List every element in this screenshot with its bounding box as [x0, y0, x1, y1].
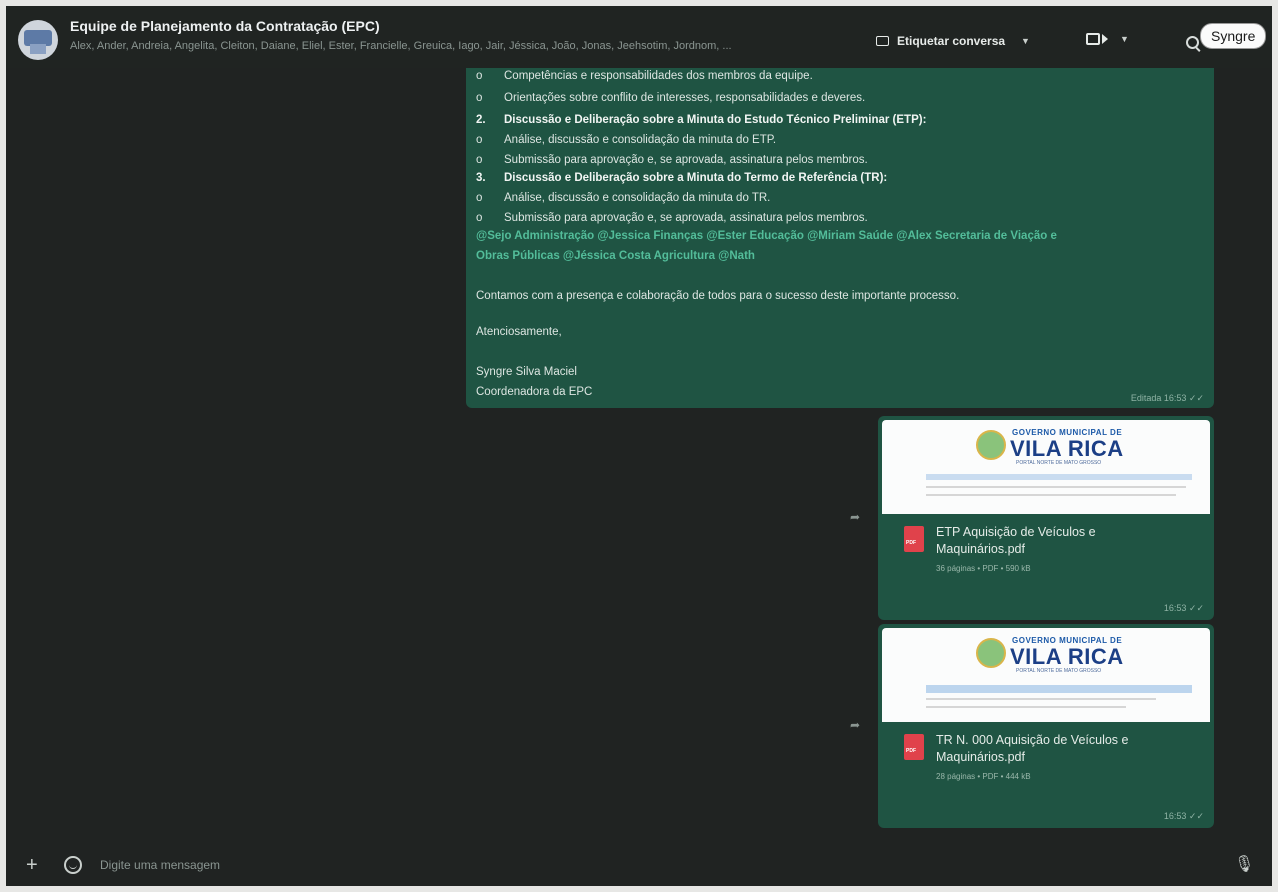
signature-name: Syngre Silva Maciel	[476, 366, 577, 378]
message-timestamp: 16:53 ✓✓	[1163, 811, 1204, 821]
message-closing: Contamos com a presença e colaboração de…	[476, 290, 960, 302]
message-mentions[interactable]: @Sejo Administração @Jessica Finanças @E…	[476, 230, 1057, 242]
document-file[interactable]: ETP Aquisição de Veículos e Maquinários.…	[878, 514, 1214, 620]
group-members[interactable]: Alex, Ander, Andreia, Angelita, Cleiton,…	[70, 40, 840, 52]
pdf-icon	[904, 526, 924, 552]
logo-sub-text: PORTAL NORTE DE MATO GROSSO	[1016, 668, 1102, 674]
chat-window: Equipe de Planejamento da Contratação (E…	[0, 0, 1278, 892]
message-line: o Submissão para aprovação e, se aprovada…	[476, 212, 868, 224]
chat-header: Equipe de Planejamento da Contratação (E…	[6, 6, 1272, 68]
message-greeting: Atenciosamente,	[476, 326, 562, 338]
city-seal-icon	[976, 638, 1006, 668]
user-name-badge: Syngre	[1200, 23, 1267, 49]
plus-icon[interactable]: +	[26, 854, 38, 877]
logo-main-text: VILA RICA	[1010, 644, 1124, 669]
video-call-button[interactable]: ▼	[1086, 33, 1129, 45]
message-line: o Orientações sobre conflito de interesse…	[476, 92, 866, 104]
search-icon[interactable]	[1186, 36, 1199, 49]
forward-icon[interactable]: ➦	[850, 510, 860, 524]
label-icon	[876, 36, 889, 46]
city-seal-icon	[976, 430, 1006, 460]
chevron-down-icon: ▼	[1120, 34, 1129, 44]
message-input[interactable]	[98, 852, 1202, 878]
message-mentions[interactable]: Obras Públicas @Jéssica Costa Agricultur…	[476, 250, 755, 262]
forward-icon[interactable]: ➦	[850, 718, 860, 732]
message-timestamp: Editada 16:53 ✓✓	[1130, 393, 1204, 403]
message-line: 2. Discussão e Deliberação sobre a Minuta…	[476, 114, 927, 126]
document-info: 36 páginas • PDF • 590 kB	[936, 564, 1031, 573]
microphone-icon[interactable]: 🎙	[1234, 854, 1254, 874]
message-timestamp: 16:53 ✓✓	[1163, 603, 1204, 613]
emoji-icon[interactable]	[64, 856, 82, 874]
document-preview[interactable]: GOVERNO MUNICIPAL DE VILA RICA PORTAL NO…	[882, 420, 1210, 514]
video-icon	[1086, 33, 1100, 45]
message-composer: + 🎙	[6, 836, 1272, 886]
document-name[interactable]: TR N. 000 Aquisição de Veículos e Maquin…	[936, 732, 1186, 766]
group-avatar[interactable]	[18, 20, 58, 60]
logo-main-text: VILA RICA	[1010, 436, 1124, 461]
outgoing-message[interactable]: o Competências e responsabilidades dos me…	[466, 68, 1214, 408]
pdf-icon	[904, 734, 924, 760]
message-line: o Análise, discussão e consolidação da mi…	[476, 192, 771, 204]
document-file[interactable]: TR N. 000 Aquisição de Veículos e Maquin…	[878, 722, 1214, 828]
chevron-down-icon: ▼	[1021, 36, 1030, 46]
message-line: 3. Discussão e Deliberação sobre a Minuta…	[476, 172, 888, 184]
message-line: o Análise, discussão e consolidação da mi…	[476, 134, 777, 146]
label-conversation-label: Etiquetar conversa	[897, 34, 1006, 48]
document-message[interactable]: GOVERNO MUNICIPAL DE VILA RICA PORTAL NO…	[878, 624, 1214, 828]
document-message[interactable]: GOVERNO MUNICIPAL DE VILA RICA PORTAL NO…	[878, 416, 1214, 620]
document-preview[interactable]: GOVERNO MUNICIPAL DE VILA RICA PORTAL NO…	[882, 628, 1210, 722]
message-line: o Competências e responsabilidades dos me…	[476, 70, 813, 82]
logo-sub-text: PORTAL NORTE DE MATO GROSSO	[1016, 460, 1102, 466]
document-name[interactable]: ETP Aquisição de Veículos e Maquinários.…	[936, 524, 1186, 558]
message-list[interactable]: o Competências e responsabilidades dos me…	[6, 68, 1272, 830]
group-title[interactable]: Equipe de Planejamento da Contratação (E…	[70, 18, 380, 34]
signature-role: Coordenadora da EPC	[476, 386, 593, 398]
label-conversation-button[interactable]: Etiquetar conversa ▼	[876, 34, 1030, 48]
message-line: o Submissão para aprovação e, se aprovada…	[476, 154, 868, 166]
document-info: 28 páginas • PDF • 444 kB	[936, 772, 1031, 781]
